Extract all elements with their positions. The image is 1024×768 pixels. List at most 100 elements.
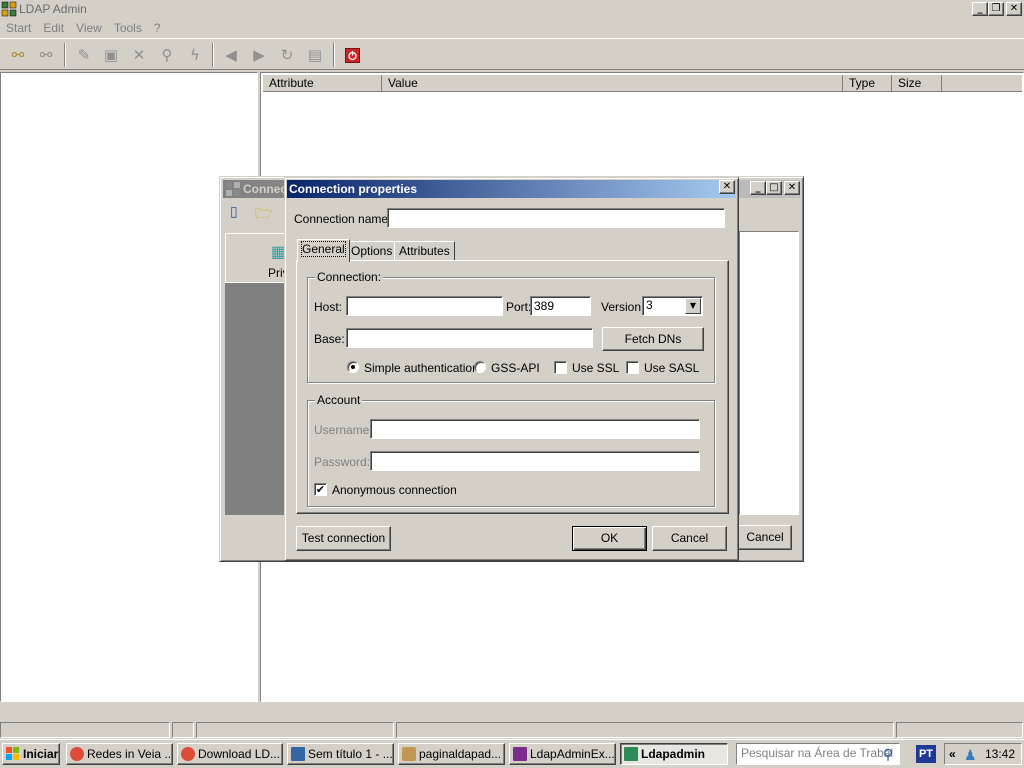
network-user-icon[interactable]: ♟ xyxy=(964,745,977,765)
test-connection-button[interactable]: Test connection xyxy=(296,526,391,551)
properties-icon[interactable]: ▤ xyxy=(305,45,325,65)
port-label: Port: xyxy=(506,300,532,314)
use-sasl-label[interactable]: Use SASL xyxy=(644,361,699,375)
username-input[interactable] xyxy=(370,419,700,439)
anonymous-checkbox[interactable]: ✔ xyxy=(314,483,327,496)
menu-view[interactable]: View xyxy=(70,21,108,35)
maximize-button[interactable]: □ xyxy=(766,181,782,195)
ldap-admin-app-icon xyxy=(226,182,240,196)
toolbar-separator xyxy=(212,43,214,67)
restore-button[interactable]: ❐ xyxy=(988,2,1004,16)
connection-name-input[interactable] xyxy=(387,208,725,228)
column-header-type[interactable]: Type xyxy=(843,75,892,92)
chevron-down-icon[interactable]: ▼ xyxy=(685,298,701,314)
cancel-button[interactable]: Cancel xyxy=(652,526,727,551)
tab-general[interactable]: General xyxy=(297,239,350,262)
taskbar-item-ldapadmin[interactable]: Ldapadmin xyxy=(620,743,728,765)
tab-label: Attributes xyxy=(399,244,450,258)
dialog-close-button[interactable]: ✕ xyxy=(719,180,735,194)
edit-entry-icon[interactable]: ✎ xyxy=(74,45,94,65)
task-label: Redes in Veia ... xyxy=(87,747,173,761)
window-caption-buttons: _ ❐ ✕ xyxy=(972,2,1022,16)
status-panel xyxy=(196,722,394,738)
status-panel xyxy=(172,722,194,738)
save-entry-icon[interactable]: ▣ xyxy=(101,45,121,65)
new-connection-icon[interactable]: ▯ xyxy=(230,203,248,221)
use-ssl-checkbox[interactable] xyxy=(554,361,567,374)
connections-window-title: Connec xyxy=(243,182,288,196)
username-label: Username: xyxy=(314,423,373,437)
search-icon[interactable]: ⚲ xyxy=(878,744,898,764)
column-header-value[interactable]: Value xyxy=(382,75,843,92)
windows-logo-icon xyxy=(6,747,19,760)
start-button[interactable]: Iniciar xyxy=(2,743,60,765)
open-folder-icon[interactable]: 🗁 xyxy=(255,203,273,221)
desktop-search-input[interactable]: Pesquisar na Área de Trabal xyxy=(736,743,900,765)
menu-tools[interactable]: Tools xyxy=(108,21,148,35)
attribute-column-headers: Attribute Value Type Size xyxy=(263,75,1022,92)
taskbar-item-winrar[interactable]: LdapAdminEx... xyxy=(509,743,616,765)
expand-tray-icon[interactable]: « xyxy=(949,744,956,764)
toolbar-separator xyxy=(64,43,66,67)
use-sasl-checkbox[interactable] xyxy=(626,361,639,374)
writer-icon xyxy=(291,747,305,761)
connections-cancel-button[interactable]: Cancel xyxy=(734,525,792,550)
back-icon[interactable]: ◀ xyxy=(221,45,241,65)
minimize-button[interactable]: _ xyxy=(972,2,988,16)
menu-help[interactable]: ? xyxy=(148,21,167,35)
base-input[interactable] xyxy=(346,328,593,348)
connect-icon[interactable]: ⚯ xyxy=(8,45,28,65)
account-group-title: Account xyxy=(315,393,363,407)
menu-start[interactable]: Start xyxy=(0,21,37,35)
column-header-size[interactable]: Size xyxy=(892,75,942,92)
gss-api-label[interactable]: GSS-API xyxy=(491,361,540,375)
chrome-icon xyxy=(70,747,84,761)
tab-options[interactable]: Options xyxy=(346,241,398,261)
host-label: Host: xyxy=(314,300,343,314)
connection-item-private[interactable]: ▦ Priv xyxy=(225,233,289,283)
connections-list[interactable] xyxy=(739,231,799,515)
password-input[interactable] xyxy=(370,451,700,471)
language-indicator[interactable]: PT xyxy=(916,745,936,763)
connections-window-caption-buttons: _ □ ✕ xyxy=(750,181,800,195)
ldapadmin-icon xyxy=(624,747,638,761)
status-panel xyxy=(896,722,1023,738)
delete-icon[interactable]: ✕ xyxy=(129,45,149,65)
refresh-icon[interactable]: ↻ xyxy=(277,45,297,65)
status-panel xyxy=(0,722,170,738)
close-button[interactable]: ✕ xyxy=(784,181,800,195)
version-value: 3 xyxy=(646,298,653,312)
fetch-dns-button[interactable]: Fetch DNs xyxy=(602,327,704,351)
taskbar-item-chrome-download[interactable]: Download LD... xyxy=(177,743,283,765)
system-tray: « ♟ 13:42 xyxy=(944,743,1022,765)
simple-auth-radio[interactable] xyxy=(347,361,359,373)
version-select[interactable]: 3 ▼ xyxy=(642,296,703,316)
gss-api-radio[interactable] xyxy=(474,361,486,373)
task-label: LdapAdminEx... xyxy=(530,747,615,761)
close-button[interactable]: ✕ xyxy=(1006,2,1022,16)
host-input[interactable] xyxy=(346,296,503,316)
menu-edit[interactable]: Edit xyxy=(37,21,70,35)
use-ssl-label[interactable]: Use SSL xyxy=(572,361,619,375)
ok-button[interactable]: OK xyxy=(572,526,647,551)
taskbar-item-paint[interactable]: paginaldapad... xyxy=(398,743,505,765)
task-label: paginaldapad... xyxy=(419,747,502,761)
tab-attributes[interactable]: Attributes xyxy=(394,241,455,261)
connection-name-label: Connection name: xyxy=(294,212,392,226)
port-input[interactable] xyxy=(530,296,591,316)
taskbar-item-chrome-redes[interactable]: Redes in Veia ... xyxy=(66,743,173,765)
forward-icon[interactable]: ▶ xyxy=(249,45,269,65)
minimize-button[interactable]: _ xyxy=(750,181,766,195)
exit-icon[interactable] xyxy=(342,45,362,65)
lightning-icon[interactable]: ϟ xyxy=(185,45,205,65)
search-icon[interactable]: ⚲ xyxy=(157,45,177,65)
clock[interactable]: 13:42 xyxy=(985,744,1015,764)
column-header-attribute[interactable]: Attribute xyxy=(263,75,382,92)
tab-label: Options xyxy=(351,244,393,258)
disconnect-icon[interactable]: ⚯ xyxy=(36,45,56,65)
taskbar-item-writer[interactable]: Sem título 1 - ... xyxy=(287,743,394,765)
simple-auth-label[interactable]: Simple authentication xyxy=(364,361,479,375)
window-title: LDAP Admin xyxy=(19,2,87,16)
anonymous-label[interactable]: Anonymous connection xyxy=(332,483,457,497)
task-label: Ldapadmin xyxy=(641,747,706,761)
